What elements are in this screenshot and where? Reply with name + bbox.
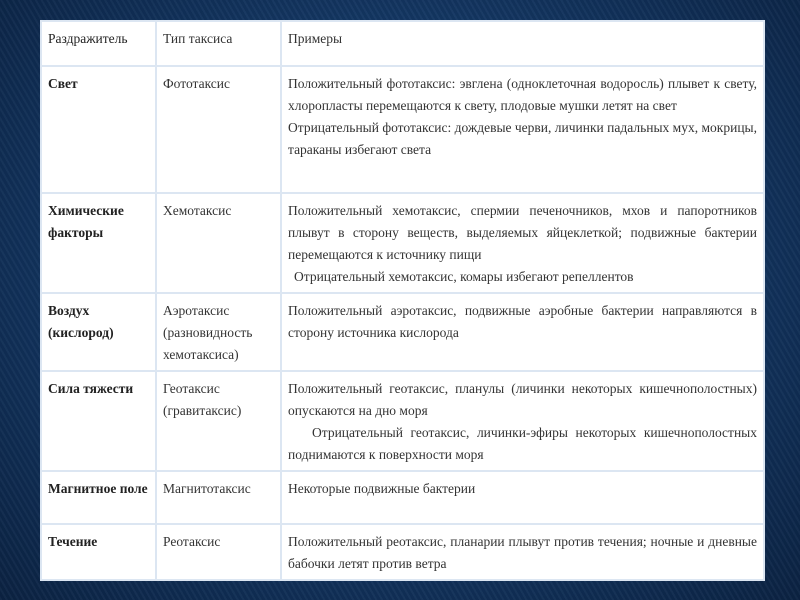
example-text: Положительный геотаксис, планулы (личинк… [288,381,757,418]
table-header-row: Раздражитель Тип таксиса Примеры [40,20,765,67]
example-text: Положительный аэротаксис, подвижные аэро… [288,303,757,340]
examples-cell: Положительный аэротаксис, подвижные аэро… [280,292,765,372]
taxis-type-cell: Хемотаксис [155,192,282,294]
taxis-type-cell: Геотаксис (гравитаксис) [155,370,282,472]
examples-cell: Некоторые подвижные бактерии [280,470,765,525]
examples-cell: Положительный фототаксис: эвглена (однок… [280,65,765,194]
example-text: Положительный реотаксис, планарии плывут… [288,534,757,571]
stimulus-cell: Химические факторы [40,192,157,294]
stimulus-cell: Свет [40,65,157,194]
header-stimulus: Раздражитель [40,20,157,67]
table-row: Течение Реотаксис Положительный реотакси… [40,523,765,581]
example-text: Положительный хемотаксис, спермии печено… [288,203,757,262]
stimulus-cell: Магнитное поле [40,470,157,525]
stimulus-cell: Течение [40,523,157,581]
example-text: Положительный фототаксис: эвглена (однок… [288,76,757,113]
examples-cell: Положительный геотаксис, планулы (личинк… [280,370,765,472]
stimulus-cell: Сила тяжести [40,370,157,472]
table-row: Сила тяжести Геотаксис (гравитаксис) Пол… [40,370,765,472]
example-text: Отрицательный геотаксис, личинки-эфиры н… [288,425,757,462]
taxis-type-cell: Реотаксис [155,523,282,581]
examples-cell: Положительный хемотаксис, спермии печено… [280,192,765,294]
stimulus-cell: Воздух (кислород) [40,292,157,372]
taxis-type-cell: Аэротаксис (разновидность хемотаксиса) [155,292,282,372]
table-row: Воздух (кислород) Аэротаксис (разновидно… [40,292,765,372]
example-text: Некоторые подвижные бактерии [288,481,476,496]
header-examples: Примеры [280,20,765,67]
table-row: Химические факторы Хемотаксис Положитель… [40,192,765,294]
table-row: Магнитное поле Магнитотаксис Некоторые п… [40,470,765,525]
example-text: Отрицательный хемотаксис, комары избегаю… [294,269,634,284]
header-taxis-type: Тип таксиса [155,20,282,67]
taxis-type-cell: Фототаксис [155,65,282,194]
examples-cell: Положительный реотаксис, планарии плывут… [280,523,765,581]
example-text: Отрицательный фототаксис: дождевые черви… [288,120,757,157]
taxis-table: Раздражитель Тип таксиса Примеры Свет Фо… [40,20,765,581]
taxis-type-cell: Магнитотаксис [155,470,282,525]
table-row: Свет Фототаксис Положительный фототаксис… [40,65,765,194]
